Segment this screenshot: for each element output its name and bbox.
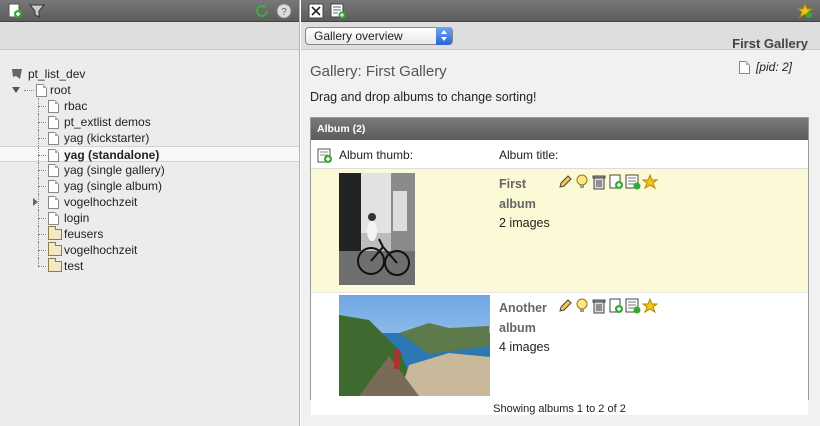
new-record-icon[interactable] [330, 3, 346, 19]
tree-toolbar: ? [0, 0, 299, 22]
page-heading: First Gallery [732, 36, 808, 51]
select-arrows-icon [436, 27, 452, 45]
gallery-title: Gallery: First Gallery [310, 63, 447, 80]
album-title: Another album [499, 301, 547, 335]
tree-subbar [0, 22, 299, 50]
add-images-icon[interactable] [625, 298, 641, 314]
album-list: Album (2) Album thumb: Album title: Firs… [310, 117, 809, 415]
hide-bulb-icon[interactable] [574, 298, 590, 314]
tree-item[interactable]: vogelhochzeit [0, 242, 299, 258]
tree-item-label: rbac [64, 99, 88, 113]
edit-pencil-icon[interactable] [557, 298, 573, 314]
page-id: [pid: 2] [738, 60, 792, 74]
col-album-thumb: Album thumb: [339, 148, 414, 162]
page-icon [48, 116, 59, 129]
set-as-gallery-thumb-star-icon[interactable] [641, 173, 659, 190]
site-root-label: pt_list_dev [28, 67, 86, 81]
root-label: root [50, 83, 71, 97]
album-image-count: 4 images [499, 340, 550, 354]
new-page-icon[interactable] [7, 3, 23, 19]
folder-icon [48, 258, 62, 272]
page-icon [48, 196, 59, 209]
tree-item[interactable]: feusers [0, 226, 299, 242]
page-icon [738, 60, 750, 74]
delete-trash-icon[interactable] [591, 174, 607, 190]
page-icon [48, 132, 59, 145]
tree-item-label: vogelhochzeit [64, 243, 138, 257]
album-actions [557, 173, 659, 190]
tree-item[interactable]: yag (kickstarter) [0, 130, 299, 146]
tree-item[interactable]: vogelhochzeit [0, 194, 299, 210]
bookmark-star-icon[interactable] [796, 2, 814, 19]
new-page-after-icon[interactable] [608, 298, 624, 314]
help-icon[interactable]: ? [276, 3, 292, 19]
sort-instruction: Drag and drop albums to change sorting! [310, 90, 537, 104]
tree-item-label: feusers [64, 227, 104, 241]
new-page-after-icon[interactable] [608, 174, 624, 190]
folder-icon [48, 226, 62, 240]
tree-item-label: login [64, 211, 90, 225]
album-column-header: Album thumb: Album title: [311, 140, 808, 169]
content-toolbar [301, 0, 820, 22]
set-as-gallery-thumb-star-icon[interactable] [641, 297, 659, 314]
view-select[interactable]: Gallery overview [305, 27, 453, 45]
tree-item[interactable]: test [0, 258, 299, 274]
pid-label: [pid: 2] [755, 60, 792, 74]
album-row[interactable]: Another album 4 images [311, 292, 808, 415]
content-pane: Gallery overview First Gallery Gallery: … [301, 0, 820, 426]
tree-item-label: yag (standalone) [64, 148, 160, 162]
album-list-header: Album (2) [311, 118, 808, 140]
tree-item-label: test [64, 259, 84, 273]
album-image-count: 2 images [499, 216, 550, 230]
tree-item[interactable]: yag (single album) [0, 178, 299, 194]
content-subbar: Gallery overview First Gallery [301, 22, 820, 51]
tree-item-label: vogelhochzeit [64, 195, 138, 209]
refresh-icon[interactable] [254, 3, 270, 19]
page-tree: pt_list_dev root rbac pt_extlist demos y… [0, 50, 299, 274]
close-icon[interactable] [308, 3, 324, 19]
filter-icon[interactable] [28, 3, 46, 19]
hide-bulb-icon[interactable] [574, 174, 590, 190]
root-page-icon [36, 83, 47, 97]
tree-item[interactable]: login [0, 210, 299, 226]
collapse-arrow-icon[interactable] [12, 87, 20, 93]
page-icon [48, 149, 59, 162]
expand-arrow-icon[interactable] [33, 198, 38, 206]
tree-item-selected[interactable]: yag (standalone) [0, 146, 299, 163]
album-thumbnail[interactable] [339, 295, 490, 396]
folder-icon [48, 242, 62, 256]
tree-item-label: yag (single gallery) [64, 163, 165, 177]
tree-item-label: yag (kickstarter) [64, 131, 150, 145]
svg-text:?: ? [281, 7, 287, 18]
tree-item[interactable]: rbac [0, 98, 299, 114]
page-icon [48, 100, 59, 113]
tree-item[interactable]: yag (single gallery) [0, 162, 299, 178]
page-icon [48, 164, 59, 177]
album-thumbnail[interactable] [339, 173, 415, 285]
col-album-title: Album title: [499, 148, 559, 162]
album-row[interactable]: First album 2 images [311, 169, 808, 292]
tree-item-label: pt_extlist demos [64, 115, 151, 129]
add-album-icon[interactable] [317, 148, 333, 167]
edit-pencil-icon[interactable] [557, 174, 573, 190]
tree-item[interactable]: pt_extlist demos [0, 114, 299, 130]
album-actions [557, 297, 659, 314]
page-icon [48, 180, 59, 193]
page-icon [48, 212, 59, 225]
tree-item-label: yag (single album) [64, 179, 163, 193]
view-select-value: Gallery overview [314, 29, 403, 43]
add-images-icon[interactable] [625, 174, 641, 190]
album-title: First album [499, 177, 536, 211]
tree-site-root[interactable]: pt_list_dev [0, 66, 299, 82]
delete-trash-icon[interactable] [591, 298, 607, 314]
pager-summary: Showing albums 1 to 2 of 2 [493, 403, 626, 415]
page-tree-pane: ? pt_list_dev root rbac pt_extlist demos… [0, 0, 300, 426]
typo3-logo-icon [12, 69, 22, 79]
tree-root-node[interactable]: root [0, 82, 299, 98]
